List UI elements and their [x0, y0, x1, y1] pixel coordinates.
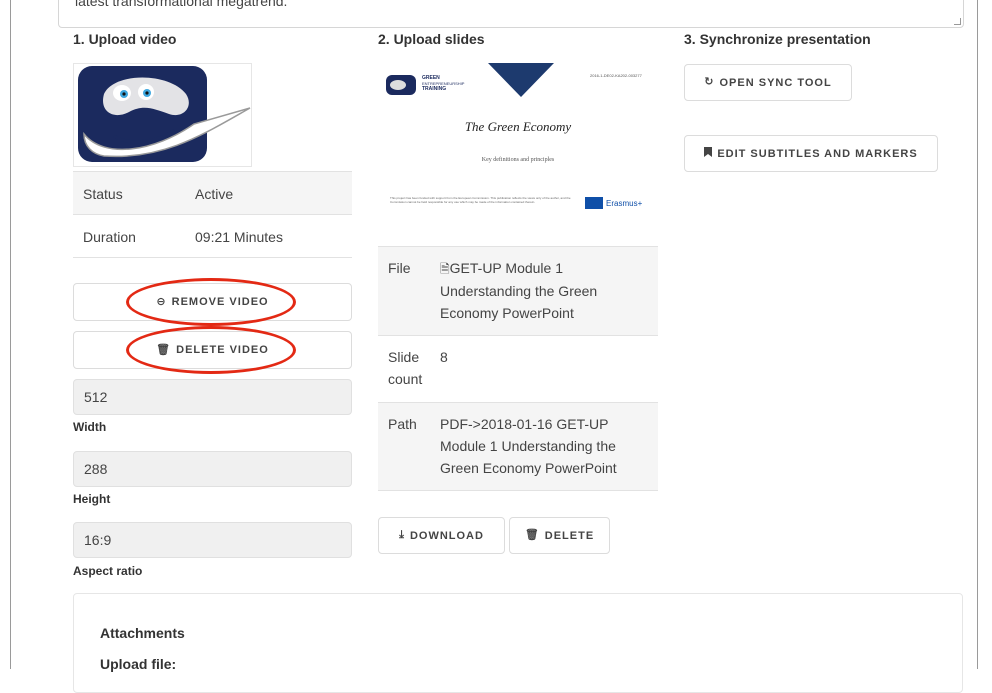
delete-slides-label: DELETE	[544, 529, 595, 542]
eu-flag-icon	[585, 197, 603, 209]
resize-grip-icon[interactable]	[954, 18, 961, 25]
info-row-status: Status Active	[73, 171, 352, 214]
info-row-duration: Duration 09:21 Minutes	[73, 214, 352, 257]
slide-heading: The Green Economy	[464, 119, 572, 134]
width-label: Width	[73, 420, 107, 434]
upload-file-label: Upload file:	[100, 656, 177, 672]
info-value: 09:21 Minutes	[195, 229, 283, 245]
description-text: latest transformational megatrend.	[75, 0, 288, 9]
height-label: Height	[73, 492, 111, 506]
download-label: DOWNLOAD	[409, 529, 484, 542]
slide-row-value: PDF->2018-01-16 GET-UP Module 1 Understa…	[440, 416, 617, 476]
bookmark-icon	[704, 147, 713, 160]
window-frame-left	[10, 0, 11, 669]
slide-row-file: File 🗎GET-UP Module 1 Understanding the …	[378, 246, 658, 335]
upload-slides-title: 2. Upload slides	[378, 31, 485, 47]
open-sync-tool-button[interactable]: ↻ OPEN SYNC TOOL	[684, 64, 852, 101]
description-textarea[interactable]: latest transformational megatrend.	[58, 0, 964, 28]
slide-row-count: Slide count 8	[378, 335, 658, 402]
open-sync-label: OPEN SYNC TOOL	[719, 76, 832, 89]
mascot-logo-icon	[78, 66, 251, 162]
window-frame-right	[977, 0, 978, 669]
refresh-icon: ↻	[704, 76, 715, 88]
slide-row-value: 🗎GET-UP Module 1 Understanding the Green…	[440, 257, 655, 324]
edit-subtitles-label: EDIT SUBTITLES AND MARKERS	[717, 147, 918, 160]
slide-row-label: Slide count	[388, 349, 423, 387]
slide-row-value: 8	[440, 349, 448, 365]
info-value: Active	[195, 186, 234, 202]
delete-video-label: DELETE VIDEO	[176, 344, 269, 356]
slide-subheading: Key definitions and principles	[481, 157, 555, 163]
slide-erasmus: Erasmus+	[606, 199, 643, 208]
file-icon: 🗎	[440, 262, 450, 276]
remove-video-label: REMOVE VIDEO	[171, 296, 269, 308]
trash-icon: 🗑	[524, 529, 540, 541]
slide-thumbnail: GREEN ENTREPRENEURSHIP TRAINING 2016-1-D…	[378, 63, 658, 223]
delete-video-button[interactable]: 🗑 DELETE VIDEO	[73, 331, 352, 369]
divider	[378, 490, 658, 491]
download-icon: ⤓	[399, 529, 405, 541]
minus-circle-icon: ⊖	[156, 295, 167, 308]
upload-video-title: 1. Upload video	[73, 31, 177, 47]
slide-row-label: File	[388, 260, 411, 276]
slide-row-label: Path	[388, 416, 417, 432]
info-label: Status	[83, 186, 123, 202]
attachments-panel: Attachments Upload file:	[73, 593, 963, 693]
sync-title: 3. Synchronize presentation	[684, 31, 871, 47]
file-name: GET-UP Module 1 Understanding the Green …	[440, 260, 598, 321]
slide-logo-line3: TRAINING	[422, 86, 447, 92]
aspect-ratio-field[interactable]: 16:9	[73, 522, 352, 558]
aspect-ratio-label: Aspect ratio	[73, 564, 143, 578]
info-label: Duration	[83, 229, 136, 245]
attachments-title: Attachments	[100, 625, 185, 641]
trash-icon: 🗑	[156, 343, 172, 356]
edit-subtitles-button[interactable]: EDIT SUBTITLES AND MARKERS	[684, 135, 938, 172]
slide-project-code: 2016-1-DE02-KA202-003277	[590, 73, 642, 78]
width-field[interactable]: 512	[73, 379, 352, 415]
slide-row-path: Path PDF->2018-01-16 GET-UP Module 1 Und…	[378, 402, 658, 491]
slide-disclaimer: This project has been funded with suppor…	[390, 196, 571, 204]
remove-video-button[interactable]: ⊖ REMOVE VIDEO	[73, 283, 352, 321]
height-field[interactable]: 288	[73, 451, 352, 487]
delete-slides-button[interactable]: 🗑 DELETE	[509, 517, 610, 554]
divider	[73, 257, 352, 258]
download-slides-button[interactable]: ⤓ DOWNLOAD	[378, 517, 505, 554]
video-thumbnail	[73, 63, 252, 167]
